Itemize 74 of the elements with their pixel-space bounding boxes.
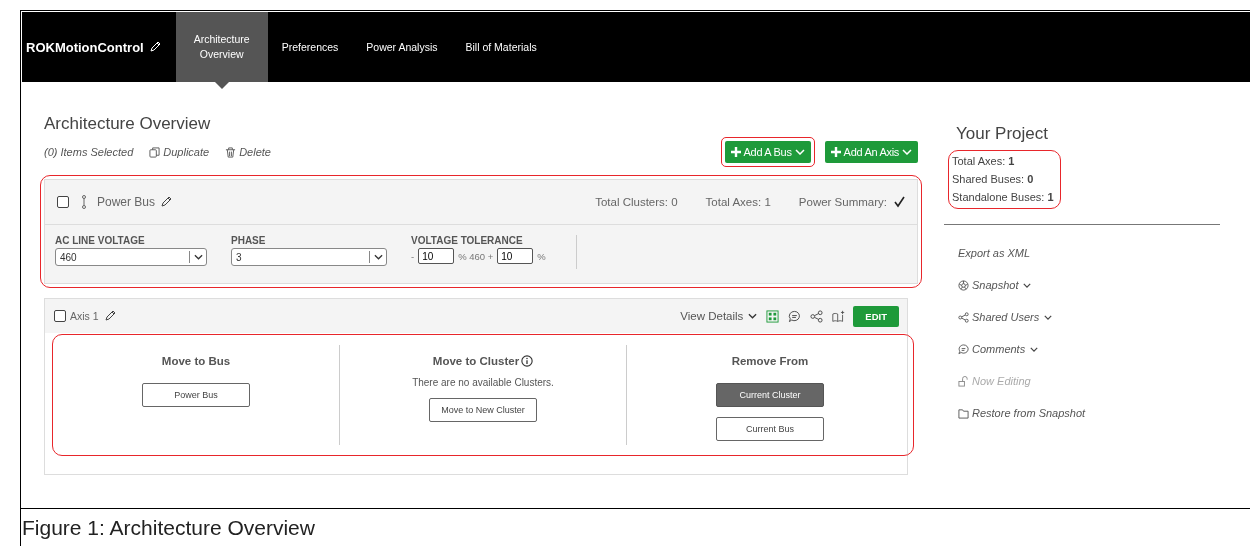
bus-stat: Total Clusters: 0	[595, 196, 678, 208]
sidebar-menu-item[interactable]: Export as XML	[958, 247, 1031, 259]
nav-tab[interactable]: Power Analysis	[352, 12, 452, 82]
field-label: PHASE	[231, 235, 267, 246]
nav-tab[interactable]: Preferences	[267, 12, 353, 82]
minus-sign: -	[411, 250, 415, 262]
percent-sign: %	[537, 250, 546, 262]
share-icon[interactable]	[958, 311, 969, 323]
unlocked-lock-icon[interactable]	[958, 375, 969, 387]
plus-icon	[830, 147, 841, 157]
action-button[interactable]: Power Bus	[142, 383, 250, 407]
sidebar-menu-item[interactable]: Shared Users	[972, 311, 1040, 323]
bus-icon	[81, 195, 87, 209]
comment-icon[interactable]	[788, 309, 802, 323]
action-button[interactable]: Current Cluster	[716, 383, 824, 407]
figure-caption: Figure 1: Architecture Overview	[20, 509, 1250, 546]
aperture-icon[interactable]	[958, 279, 969, 291]
tolerance-text: % 460 +	[458, 250, 494, 262]
tolerance-input[interactable]: 10	[497, 248, 534, 264]
duplicate-icon[interactable]	[149, 146, 161, 158]
bus-stat: Total Axes: 1	[705, 196, 771, 208]
axis-name: Axis 1	[70, 310, 99, 322]
checkbox[interactable]	[54, 310, 66, 322]
app-title: ROKMotionControl	[26, 39, 144, 55]
edit-button[interactable]: EDIT	[853, 305, 899, 327]
plus-icon	[730, 147, 741, 157]
section-title: Move to Bus	[161, 355, 231, 367]
tolerance-input[interactable]: 10	[418, 248, 455, 264]
chevron-icon[interactable]	[1030, 346, 1039, 352]
info-text: There are no available Clusters.	[412, 377, 554, 388]
action-button[interactable]: Current Bus	[716, 417, 824, 441]
chevron-icon	[794, 149, 805, 155]
sidebar-menu-item[interactable]: Snapshot	[972, 279, 1019, 291]
info-icon[interactable]	[521, 355, 534, 367]
project-stat: Shared Buses: 0	[952, 173, 1035, 185]
pencil-icon[interactable]	[148, 41, 161, 53]
sidebar-menu-item[interactable]: Comments	[972, 343, 1026, 355]
project-stat: Total Axes: 1	[952, 155, 1016, 167]
bus-name: Power Bus	[97, 195, 156, 209]
chevron-icon[interactable]	[193, 254, 203, 260]
chevron-icon	[902, 149, 912, 155]
folder-icon[interactable]	[958, 407, 969, 419]
chevron-icon[interactable]	[748, 313, 758, 319]
checkbox[interactable]	[57, 196, 69, 208]
section-title: Move to Cluster	[432, 355, 520, 367]
share-icon[interactable]	[810, 309, 824, 323]
phase-dropdown[interactable]: 3	[231, 248, 387, 266]
pencil-icon[interactable]	[103, 310, 116, 322]
toolbar-link[interactable]: Duplicate	[163, 146, 210, 158]
action-button[interactable]: Move to New Cluster	[429, 398, 537, 422]
field-label: VOLTAGE TOLERANCE	[411, 235, 524, 246]
trash-icon[interactable]	[225, 146, 237, 158]
voltage-dropdown[interactable]: 460	[55, 248, 207, 266]
toolbar-link[interactable]: Delete	[239, 146, 271, 158]
view-details-dropdown[interactable]: View Details	[680, 310, 744, 322]
add-button[interactable]: Add An Axis	[824, 141, 918, 163]
section-title: Remove From	[731, 355, 809, 367]
page-title: Architecture Overview	[44, 114, 212, 134]
field-label: AC LINE VOLTAGE	[55, 235, 146, 246]
tab-pointer	[214, 82, 229, 89]
add-button[interactable]: Add A Bus	[724, 141, 811, 163]
sidebar-menu-item[interactable]: Restore from Snapshot	[972, 407, 1086, 419]
section-heading: Your Project	[956, 124, 1049, 144]
grid-icon[interactable]	[766, 309, 780, 323]
pencil-icon[interactable]	[160, 196, 173, 208]
nav-tab[interactable]: Bill of Materials	[451, 12, 551, 82]
comment-icon[interactable]	[958, 343, 969, 355]
chevron-icon[interactable]	[1044, 314, 1053, 320]
chevron-icon[interactable]	[373, 254, 383, 260]
project-stat: Standalone Buses: 1	[952, 191, 1054, 203]
book-plus-icon[interactable]	[832, 309, 846, 323]
chevron-icon[interactable]	[1023, 282, 1032, 288]
selection-count: (0) Items Selected	[44, 146, 134, 158]
power-summary-label: Power Summary:	[798, 196, 887, 208]
